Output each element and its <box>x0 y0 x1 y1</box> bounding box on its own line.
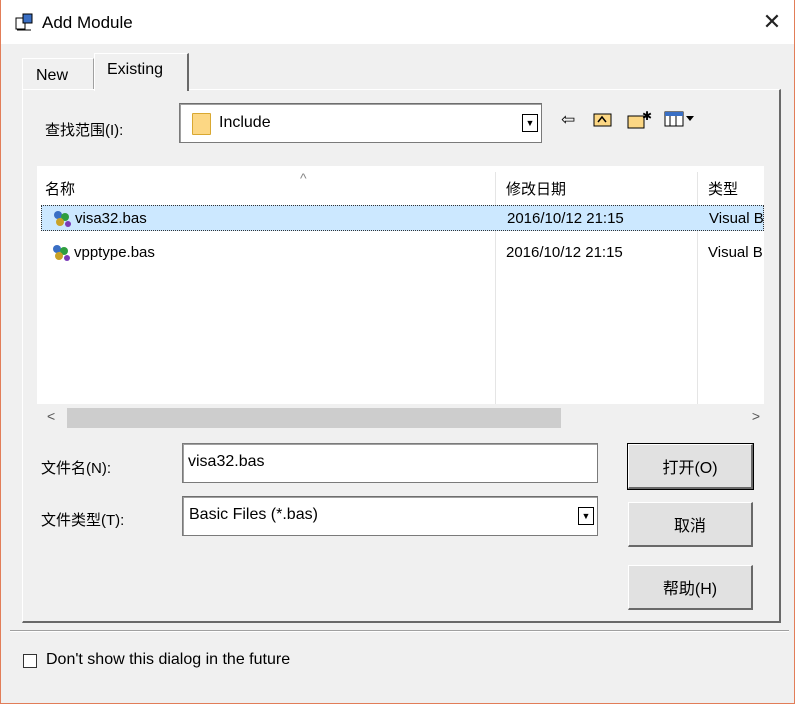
tab-new-label: New <box>36 67 69 84</box>
scroll-right-icon[interactable]: > <box>752 408 760 424</box>
module-icon <box>15 13 33 31</box>
filetype-label: 文件类型(T): <box>41 512 125 529</box>
column-header-type[interactable]: 类型 <box>708 178 738 199</box>
file-date: 2016/10/12 21:15 <box>507 210 624 227</box>
chevron-down-icon[interactable]: ▼ <box>578 507 594 525</box>
new-folder-icon[interactable]: ✱ <box>626 110 652 130</box>
window-title: Add Module <box>42 13 133 32</box>
help-button[interactable]: 帮助(H) <box>628 565 753 610</box>
tab-existing[interactable]: Existing <box>94 53 189 91</box>
scroll-thumb[interactable] <box>67 408 561 428</box>
open-button[interactable]: 打开(O) <box>627 443 754 490</box>
up-folder-icon[interactable] <box>592 110 614 128</box>
column-header-date[interactable]: 修改日期 <box>506 178 566 199</box>
cancel-button[interactable]: 取消 <box>628 502 753 547</box>
tab-existing-label: Existing <box>107 61 164 78</box>
vb-module-icon <box>54 211 71 227</box>
file-date: 2016/10/12 21:15 <box>506 244 623 261</box>
dont-show-checkbox[interactable] <box>23 654 37 668</box>
view-menu-icon[interactable] <box>664 110 696 128</box>
dont-show-label[interactable]: Don't show this dialog in the future <box>46 651 290 669</box>
back-arrow-icon[interactable]: ⇦ <box>561 110 575 130</box>
svg-text:✱: ✱ <box>642 110 652 123</box>
file-name: visa32.bas <box>75 210 147 227</box>
title-bar: Add Module ✕ <box>1 0 794 44</box>
tab-new[interactable]: New <box>22 58 94 90</box>
close-button[interactable]: ✕ <box>750 0 794 44</box>
lookin-label: 查找范围(I): <box>45 122 124 139</box>
filetype-value: Basic Files (*.bas) <box>189 506 318 523</box>
vb-module-icon <box>53 245 70 261</box>
folder-icon <box>192 113 211 135</box>
filetype-combo[interactable]: Basic Files (*.bas) ▼ <box>182 496 598 536</box>
lookin-combo[interactable]: Include ▼ <box>179 103 542 143</box>
file-type: Visual B <box>708 244 763 261</box>
filename-label: 文件名(N): <box>41 460 111 477</box>
file-name: vpptype.bas <box>74 244 155 261</box>
chevron-down-icon[interactable]: ▼ <box>522 114 538 132</box>
lookin-value: Include <box>219 114 271 131</box>
add-module-dialog: Add Module ✕ New Existing 查找范围(I): Inclu… <box>0 0 795 704</box>
sort-indicator-icon: ^ <box>300 170 307 186</box>
file-row[interactable]: vpptype.bas 2016/10/12 21:15 Visual B <box>41 240 764 266</box>
filename-input[interactable]: visa32.bas <box>182 443 598 483</box>
close-icon: ✕ <box>762 9 782 34</box>
horizontal-scrollbar[interactable]: < > <box>37 404 764 432</box>
scroll-left-icon[interactable]: < <box>47 408 55 424</box>
file-row[interactable]: visa32.bas 2016/10/12 21:15 Visual B <box>41 205 764 231</box>
divider <box>10 630 789 632</box>
file-list[interactable]: ^ 名称 修改日期 类型 visa32.bas 2016/10/12 21:15… <box>37 166 764 432</box>
file-type: Visual B <box>709 210 764 227</box>
column-header-name[interactable]: 名称 <box>45 178 75 199</box>
